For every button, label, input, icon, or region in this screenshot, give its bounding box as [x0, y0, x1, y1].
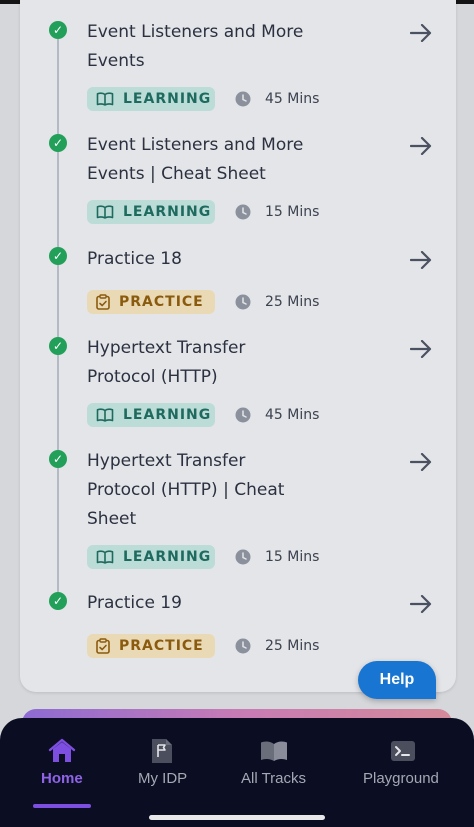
nav-label: All Tracks — [241, 770, 307, 787]
flag-document-icon — [148, 738, 176, 764]
item-title-line: Practice 19 — [87, 593, 182, 613]
completed-check-icon: ✓ — [49, 21, 67, 39]
item-title-line: Events | Cheat Sheet — [87, 164, 266, 184]
completed-check-icon: ✓ — [49, 337, 67, 355]
item-title-line: Practice 18 — [87, 249, 182, 269]
completed-check-icon: ✓ — [49, 134, 67, 152]
item-title[interactable]: Practice 18 — [87, 245, 337, 274]
nav-item-my-idp[interactable]: My IDP — [130, 718, 194, 808]
completed-check-icon: ✓ — [49, 592, 67, 610]
badge-label: PRACTICE — [119, 294, 204, 310]
badge-label: LEARNING — [123, 204, 212, 220]
clipboard-check-icon — [96, 294, 110, 310]
learning-badge: LEARNING — [87, 87, 215, 111]
open-book-icon — [260, 738, 288, 764]
completed-check-icon: ✓ — [49, 450, 67, 468]
duration-text: 45 Mins — [265, 91, 320, 107]
duration-text: 25 Mins — [265, 638, 320, 654]
home-icon — [48, 738, 76, 764]
learning-badge: LEARNING — [87, 403, 215, 427]
practice-badge: PRACTICE — [87, 634, 215, 658]
item-title-line: Protocol (HTTP) | Cheat — [87, 480, 285, 500]
clock-icon — [235, 407, 251, 423]
duration-text: 25 Mins — [265, 294, 320, 310]
item-title-line: Hypertext Transfer — [87, 451, 246, 471]
nav-label: My IDP — [138, 770, 188, 787]
item-title[interactable]: Practice 19 — [87, 589, 337, 618]
nav-item-playground[interactable]: Playground — [356, 718, 452, 808]
item-title-line: Event Listeners and More — [87, 135, 304, 155]
learning-badge: LEARNING — [87, 545, 215, 569]
badge-label: LEARNING — [123, 549, 212, 565]
duration-text: 45 Mins — [265, 407, 320, 423]
nav-label: Home — [41, 770, 83, 787]
item-title-line: Protocol (HTTP) — [87, 367, 218, 387]
clipboard-check-icon — [96, 638, 110, 654]
nav-item-all-tracks[interactable]: All Tracks — [236, 718, 316, 808]
clock-icon — [235, 294, 251, 310]
practice-badge: PRACTICE — [87, 290, 215, 314]
badge-label: PRACTICE — [119, 638, 204, 654]
duration-text: 15 Mins — [265, 549, 320, 565]
item-title-line: Hypertext Transfer — [87, 338, 246, 358]
book-icon — [96, 92, 114, 106]
item-title-line: Events — [87, 51, 145, 71]
terminal-icon — [389, 738, 417, 764]
item-title[interactable]: Event Listeners and More Events — [87, 18, 337, 76]
clock-icon — [235, 91, 251, 107]
clock-icon — [235, 638, 251, 654]
learning-badge: LEARNING — [87, 200, 215, 224]
arrow-right-icon[interactable] — [408, 336, 434, 362]
item-title[interactable]: Event Listeners and More Events | Cheat … — [87, 131, 337, 189]
clock-icon — [235, 549, 251, 565]
nav-item-home[interactable]: Home — [30, 718, 94, 808]
nav-label: Playground — [363, 770, 439, 787]
bottom-navigation: Home My IDP All Tracks Playground — [0, 718, 474, 827]
book-icon — [96, 408, 114, 422]
help-button[interactable]: Help — [358, 661, 436, 699]
item-title[interactable]: Hypertext Transfer Protocol (HTTP) | Che… — [87, 447, 337, 534]
clock-icon — [235, 204, 251, 220]
arrow-right-icon[interactable] — [408, 133, 434, 159]
arrow-right-icon[interactable] — [408, 20, 434, 46]
badge-label: LEARNING — [123, 91, 212, 107]
book-icon — [96, 550, 114, 564]
item-title-line: Sheet — [87, 509, 137, 529]
arrow-right-icon[interactable] — [408, 449, 434, 475]
item-title[interactable]: Hypertext Transfer Protocol (HTTP) — [87, 334, 337, 392]
active-tab-indicator — [33, 804, 91, 808]
badge-label: LEARNING — [123, 407, 212, 423]
arrow-right-icon[interactable] — [408, 591, 434, 617]
item-title-line: Event Listeners and More — [87, 22, 304, 42]
duration-text: 15 Mins — [265, 204, 320, 220]
completed-check-icon: ✓ — [49, 247, 67, 265]
arrow-right-icon[interactable] — [408, 247, 434, 273]
book-icon — [96, 205, 114, 219]
home-indicator[interactable] — [149, 815, 325, 820]
timeline-line — [57, 30, 59, 598]
